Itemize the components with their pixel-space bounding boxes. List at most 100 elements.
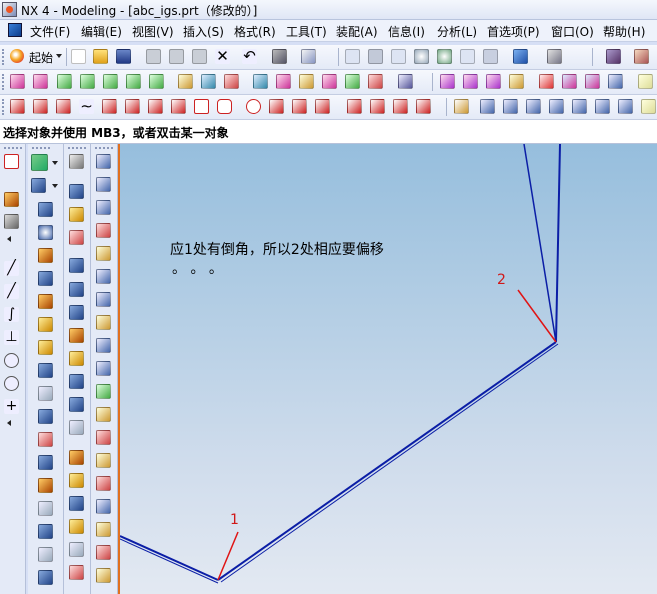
menu-window[interactable]: 窗口(O) — [551, 23, 594, 40]
pan-icon[interactable] — [460, 49, 475, 64]
surface-v-12-icon[interactable] — [96, 407, 111, 422]
menu-format[interactable]: 格式(R) — [234, 23, 276, 40]
curve-edit-5-icon[interactable] — [549, 99, 564, 114]
fillet-curve-icon[interactable] — [171, 99, 186, 114]
delete-icon[interactable]: ✕ — [215, 49, 230, 64]
surface-v-17-icon[interactable] — [96, 522, 111, 537]
feature-op-10-icon[interactable] — [69, 397, 84, 412]
line-icon[interactable] — [10, 99, 25, 114]
feature-op-7-icon[interactable] — [69, 328, 84, 343]
curve-edit-6-icon[interactable] — [572, 99, 587, 114]
feature-op-16-icon[interactable] — [69, 542, 84, 557]
menu-analysis[interactable]: 分析(L) — [437, 23, 477, 40]
new-file-icon[interactable] — [71, 49, 86, 64]
curve-tool-16-icon[interactable] — [370, 99, 385, 114]
surface-v-13-icon[interactable] — [96, 430, 111, 445]
ellipse-icon[interactable] — [246, 99, 261, 114]
surface-v-18-icon[interactable] — [96, 545, 111, 560]
arc-icon[interactable] — [33, 99, 48, 114]
open-folder-icon[interactable] — [93, 49, 108, 64]
thread-icon[interactable] — [38, 455, 53, 470]
surface-v-6-icon[interactable] — [96, 269, 111, 284]
edit-surface-8-icon[interactable] — [608, 74, 623, 89]
surface-v-16-icon[interactable] — [96, 499, 111, 514]
draft-icon[interactable] — [38, 547, 53, 562]
zoom-box-icon[interactable] — [391, 49, 406, 64]
feature-op-8-icon[interactable] — [69, 351, 84, 366]
menu-tools[interactable]: 工具(T) — [286, 23, 327, 40]
surface-tool-2-icon[interactable] — [33, 74, 48, 89]
toolbar-grip[interactable] — [2, 99, 7, 115]
point-on-curve-icon[interactable] — [125, 99, 140, 114]
edit-surface-3-icon[interactable] — [486, 74, 501, 89]
extrude-icon[interactable] — [31, 178, 46, 193]
snap-point-icon[interactable] — [4, 154, 19, 169]
curve-edit-9-icon[interactable] — [641, 99, 656, 114]
surface-tool-6-icon[interactable] — [126, 74, 141, 89]
part-navigator-icon[interactable] — [69, 154, 84, 169]
perspective-icon[interactable] — [483, 49, 498, 64]
menu-file[interactable]: 文件(F) — [30, 23, 70, 40]
point-icon[interactable]: + — [4, 399, 19, 414]
collapse-arrow-icon[interactable] — [7, 236, 11, 242]
surface-v-15-icon[interactable] — [96, 476, 111, 491]
undo-icon[interactable]: ↶ — [242, 49, 257, 64]
surface-tool-7-icon[interactable] — [149, 74, 164, 89]
curve-icon[interactable]: ∫ — [4, 307, 19, 322]
edit-surface-4-icon[interactable] — [509, 74, 524, 89]
curve-edit-7-icon[interactable] — [595, 99, 610, 114]
toolbar-grip[interactable] — [32, 147, 50, 152]
feature-op-6-icon[interactable] — [69, 305, 84, 320]
toolbar-grip[interactable] — [2, 74, 7, 90]
curve-edit-8-icon[interactable] — [618, 99, 633, 114]
spline-icon[interactable]: ∼ — [79, 99, 94, 114]
edit-surface-6-icon[interactable] — [562, 74, 577, 89]
feature-op-15-icon[interactable] — [69, 519, 84, 534]
chamfer-icon[interactable] — [38, 501, 53, 516]
curve-edit-4-icon[interactable] — [526, 99, 541, 114]
surface-tool-15-icon[interactable] — [345, 74, 360, 89]
nx-app-icon[interactable] — [2, 2, 17, 17]
surface-v-11-icon[interactable] — [96, 384, 111, 399]
surface-tool-16-icon[interactable] — [368, 74, 383, 89]
edit-surface-2-icon[interactable] — [463, 74, 478, 89]
feature-op-3-icon[interactable] — [69, 230, 84, 245]
edit-surface-5-icon[interactable] — [539, 74, 554, 89]
surface-tool-13-icon[interactable] — [299, 74, 314, 89]
surface-tool-14-icon[interactable] — [322, 74, 337, 89]
surface-tool-11-icon[interactable] — [253, 74, 268, 89]
feature-op-5-icon[interactable] — [69, 282, 84, 297]
rotate-handle-icon[interactable] — [4, 214, 19, 229]
pocket-icon[interactable] — [38, 363, 53, 378]
chevron-down-icon[interactable] — [52, 184, 58, 188]
menu-information[interactable]: 信息(I) — [388, 23, 425, 40]
cone-icon[interactable] — [38, 294, 53, 309]
feature-op-11-icon[interactable] — [69, 420, 84, 435]
line-icon[interactable]: ╱ — [4, 261, 19, 276]
toolbar-grip[interactable] — [95, 147, 113, 152]
boss-icon[interactable] — [38, 340, 53, 355]
cut-icon[interactable] — [146, 49, 161, 64]
sketch-icon[interactable] — [31, 154, 48, 171]
save-icon[interactable] — [116, 49, 131, 64]
menu-help[interactable]: 帮助(H) — [603, 23, 645, 40]
graphics-window[interactable]: 应1处有倒角，所以2处相应要偏移 。 。 。 1 2 — [118, 144, 657, 594]
surface-v-10-icon[interactable] — [96, 361, 111, 376]
select-filter-icon[interactable] — [301, 49, 316, 64]
helix-icon[interactable] — [269, 99, 284, 114]
surface-v-8-icon[interactable] — [96, 315, 111, 330]
fit-view-icon[interactable] — [345, 49, 360, 64]
feature-op-9-icon[interactable] — [69, 374, 84, 389]
feature-op-13-icon[interactable] — [69, 473, 84, 488]
edit-surface-7-icon[interactable] — [585, 74, 600, 89]
hole-icon[interactable] — [38, 317, 53, 332]
curve-edit-2-icon[interactable] — [480, 99, 495, 114]
groove-icon[interactable] — [38, 432, 53, 447]
feature-op-1-icon[interactable] — [69, 184, 84, 199]
paste-icon[interactable] — [192, 49, 207, 64]
curve-edit-1-icon[interactable] — [454, 99, 469, 114]
toolbar-grip[interactable] — [2, 49, 7, 65]
surface-tool-3-icon[interactable] — [57, 74, 72, 89]
orient-view-icon[interactable] — [547, 49, 562, 64]
pad-icon[interactable] — [38, 386, 53, 401]
